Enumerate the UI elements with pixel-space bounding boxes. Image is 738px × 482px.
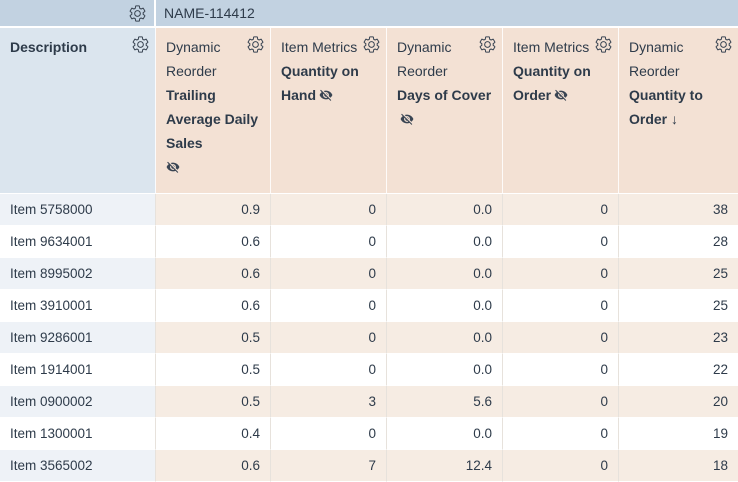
row-description-cell[interactable]: Item 1914001 xyxy=(0,354,156,386)
row-value-cell[interactable]: 0 xyxy=(503,258,619,290)
row-value-cell[interactable]: 0 xyxy=(503,450,619,482)
column-label: Quantity to Order ↓ xyxy=(629,87,703,127)
row-value-cell[interactable]: 0 xyxy=(271,258,387,290)
row-value-cell[interactable]: 18 xyxy=(619,450,738,482)
row-value-cell[interactable]: 0.0 xyxy=(387,226,503,258)
row-description-cell[interactable]: Item 1300001 xyxy=(0,418,156,450)
row-value-cell[interactable]: 0.0 xyxy=(387,418,503,450)
row-value-cell[interactable]: 20 xyxy=(619,386,738,418)
row-description-cell[interactable]: Item 9634001 xyxy=(0,226,156,258)
column-label: Days of Cover xyxy=(397,83,494,131)
row-value-cell[interactable]: 22 xyxy=(619,354,738,386)
row-description-cell[interactable]: Item 5758000 xyxy=(0,194,156,226)
column-label: Quantity on Hand xyxy=(281,63,359,103)
row-value-cell[interactable]: 25 xyxy=(619,290,738,322)
row-value-cell[interactable]: 0 xyxy=(271,322,387,354)
row-value-cell[interactable]: 7 xyxy=(271,450,387,482)
row-value-cell[interactable]: 0.0 xyxy=(387,290,503,322)
row-value-cell[interactable]: 0.6 xyxy=(156,226,271,258)
row-value-cell[interactable]: 5.6 xyxy=(387,386,503,418)
row-value-cell[interactable]: 0 xyxy=(503,226,619,258)
row-value-cell[interactable]: 25 xyxy=(619,258,738,290)
sort-descending-icon[interactable]: ↓ xyxy=(671,111,678,127)
column-header-quantity-on-order[interactable]: Item Metrics Quantity on Order xyxy=(503,28,619,194)
row-value-cell[interactable]: 0 xyxy=(271,418,387,450)
column-header-days-of-cover[interactable]: Dynamic Reorder Days of Cover xyxy=(387,28,503,194)
column-label: Quantity on Order xyxy=(513,63,591,103)
row-value-cell[interactable]: 23 xyxy=(619,322,738,354)
row-value-cell[interactable]: 0.0 xyxy=(387,194,503,226)
row-value-cell[interactable]: 0 xyxy=(503,418,619,450)
row-value-cell[interactable]: 0.5 xyxy=(156,354,271,386)
inventory-table: NAME-114412 Description Dynamic Reorder … xyxy=(0,0,738,482)
row-value-cell[interactable]: 0 xyxy=(271,226,387,258)
column-header-quantity-on-hand[interactable]: Item Metrics Quantity on Hand xyxy=(271,28,387,194)
row-description-cell[interactable]: Item 3565002 xyxy=(0,450,156,482)
column-header-trailing-average-daily-sales[interactable]: Dynamic Reorder Trailing Average Daily S… xyxy=(156,28,271,194)
row-value-cell[interactable]: 0 xyxy=(503,386,619,418)
row-value-cell[interactable]: 0 xyxy=(503,322,619,354)
row-value-cell[interactable]: 0 xyxy=(271,194,387,226)
row-value-cell[interactable]: 0 xyxy=(503,290,619,322)
column-label: Description xyxy=(10,39,88,55)
group-name-label: NAME-114412 xyxy=(164,5,255,21)
row-description-cell[interactable]: Item 9286001 xyxy=(0,322,156,354)
row-value-cell[interactable]: 0 xyxy=(271,354,387,386)
row-value-cell[interactable]: 0 xyxy=(271,290,387,322)
column-label: Trailing Average Daily Sales xyxy=(166,83,262,174)
row-description-cell[interactable]: Item 8995002 xyxy=(0,258,156,290)
row-value-cell[interactable]: 0.5 xyxy=(156,322,271,354)
row-description-cell[interactable]: Item 0900002 xyxy=(0,386,156,418)
row-value-cell[interactable]: 12.4 xyxy=(387,450,503,482)
row-value-cell[interactable]: 0.4 xyxy=(156,418,271,450)
row-value-cell[interactable]: 0.0 xyxy=(387,258,503,290)
row-value-cell[interactable]: 0.6 xyxy=(156,450,271,482)
row-value-cell[interactable]: 3 xyxy=(271,386,387,418)
description-group-header[interactable] xyxy=(0,0,156,28)
row-value-cell[interactable]: 0.6 xyxy=(156,290,271,322)
column-header-description[interactable]: Description xyxy=(0,28,156,194)
row-value-cell[interactable]: 0.5 xyxy=(156,386,271,418)
row-value-cell[interactable]: 0.9 xyxy=(156,194,271,226)
row-value-cell[interactable]: 0 xyxy=(503,354,619,386)
row-value-cell[interactable]: 19 xyxy=(619,418,738,450)
row-value-cell[interactable]: 28 xyxy=(619,226,738,258)
name-group-header[interactable]: NAME-114412 xyxy=(156,0,738,28)
column-header-quantity-to-order[interactable]: Dynamic Reorder Quantity to Order ↓ xyxy=(619,28,738,194)
row-value-cell[interactable]: 38 xyxy=(619,194,738,226)
row-value-cell[interactable]: 0.6 xyxy=(156,258,271,290)
row-value-cell[interactable]: 0 xyxy=(503,194,619,226)
row-description-cell[interactable]: Item 3910001 xyxy=(0,290,156,322)
row-value-cell[interactable]: 0.0 xyxy=(387,322,503,354)
row-value-cell[interactable]: 0.0 xyxy=(387,354,503,386)
